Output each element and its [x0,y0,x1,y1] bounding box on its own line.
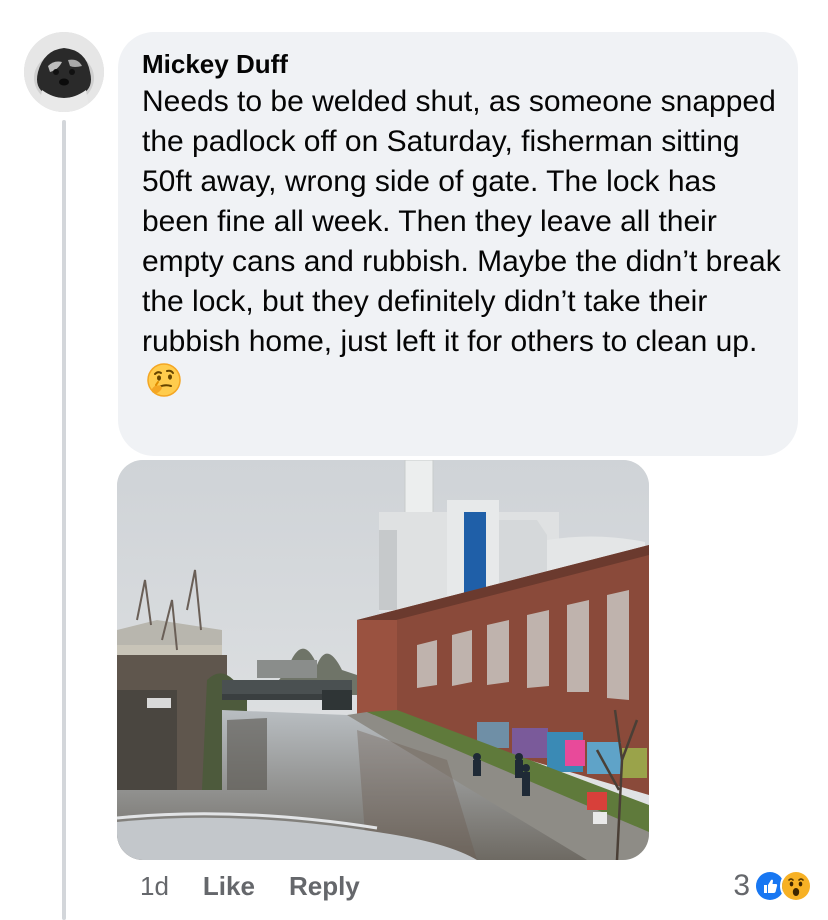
thinking-face-icon [146,362,182,409]
thread-line [62,120,66,920]
comment-actions: 1d Like Reply [140,868,394,904]
comment-body: Needs to be welded shut, as someone snap… [142,82,782,409]
reaction-icons [754,870,812,902]
canal-photo[interactable] [117,460,649,860]
avatar[interactable] [24,32,104,112]
reaction-count: 3 [733,869,750,902]
like-button[interactable]: Like [203,871,255,902]
wow-icon [780,870,812,902]
reactions-summary[interactable]: 3 [733,866,812,906]
comment-bubble: Mickey Duff Needs to be welded shut, as … [118,32,798,456]
comment-author[interactable]: Mickey Duff [142,48,774,80]
reply-button[interactable]: Reply [289,871,360,902]
comment-timestamp[interactable]: 1d [140,871,169,902]
comment-text: Needs to be welded shut, as someone snap… [142,85,781,358]
